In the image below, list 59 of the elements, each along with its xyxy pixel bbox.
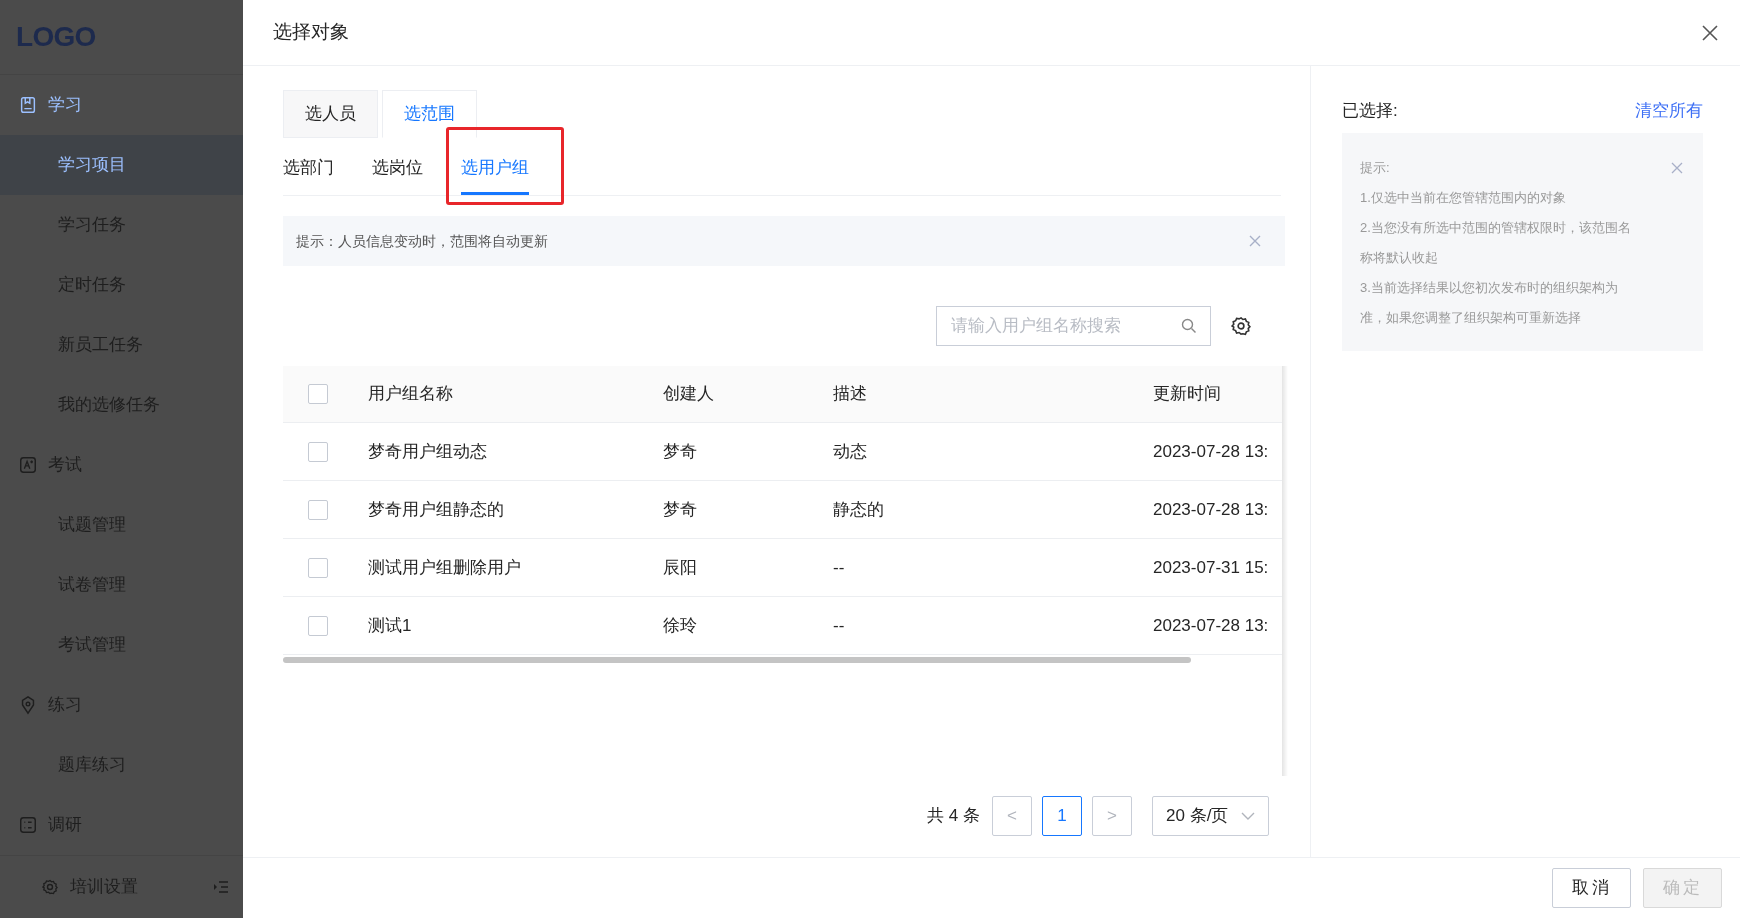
table-cell-text: 徐玲 — [663, 614, 697, 637]
tip-text: 称将默认收起 — [1360, 249, 1439, 267]
page-button[interactable]: 1 — [1042, 796, 1082, 836]
dialog-button[interactable]: 取消 — [1552, 868, 1631, 908]
prev-page-button[interactable]: < — [992, 796, 1032, 836]
table-cell-text: 2023-07-31 15: — [1153, 556, 1269, 579]
sidebar-group[interactable]: 学习 — [0, 75, 243, 135]
search-field[interactable]: 请输入用户组名称搜索 — [936, 306, 1211, 346]
table-cell-text: 梦奇用户组动态 — [368, 440, 487, 463]
tip-text: 准，如果您调整了组织架构可重新选择 — [1360, 309, 1582, 327]
table-cell-text: 辰阳 — [663, 556, 697, 579]
scrollbar[interactable] — [283, 657, 1191, 663]
clear-all-link[interactable]: 清空所有 — [1635, 98, 1703, 124]
chevron-down-icon — [1241, 812, 1255, 820]
table-cell-text: 测试1 — [368, 614, 412, 637]
alert-text: 提示：人员信息变动时，范围将自动更新 — [296, 231, 548, 251]
settings-icon — [42, 879, 58, 895]
tab[interactable]: 选范围 — [382, 90, 477, 138]
document-icon — [18, 455, 38, 475]
table-cell-text: 梦奇用户组静态的 — [368, 498, 504, 521]
table-cell-text: 梦奇 — [663, 440, 697, 463]
table-cell-text: 动态 — [833, 440, 867, 463]
tip-text: 3.当前选择结果以您初次发布时的组织架构为 — [1360, 279, 1619, 297]
table-cell-text: -- — [833, 556, 845, 579]
table-cell-text: 2023-07-28 13: — [1153, 498, 1269, 521]
subtab[interactable]: 选岗位 — [372, 138, 423, 195]
table-cell-text: 2023-07-28 13: — [1153, 440, 1269, 463]
table-cell-text: 测试用户组删除用户 — [368, 556, 521, 579]
column-header: 用户组名称 — [368, 383, 453, 406]
column-header: 描述 — [833, 383, 867, 406]
total-count: 共 4 条 — [927, 805, 980, 828]
table-cell-text: -- — [833, 614, 845, 637]
column-header: 更新时间 — [1153, 383, 1221, 406]
tip-title: 提示: — [1360, 159, 1390, 178]
page-size-select[interactable]: 20 条/页 — [1152, 796, 1269, 836]
checkbox[interactable] — [308, 615, 328, 636]
checkbox[interactable] — [308, 441, 328, 462]
tab[interactable]: 选人员 — [283, 90, 378, 138]
table-cell-text: 2023-07-28 13: — [1153, 614, 1269, 637]
tip-text: 1.仅选中当前在您管辖范围内的对象 — [1360, 189, 1567, 207]
collapse-menu-icon[interactable] — [213, 880, 229, 894]
table-cell-text: 梦奇 — [663, 498, 697, 521]
close-icon[interactable] — [1702, 24, 1718, 41]
book-icon — [18, 95, 38, 115]
sidebar-item[interactable]: 学习项目 — [0, 135, 243, 195]
list-icon — [18, 815, 38, 835]
panel-title: 已选择: — [1342, 100, 1398, 123]
next-page-button[interactable]: > — [1092, 796, 1132, 836]
tip-text: 2.当您没有所选中范围的管辖权限时，该范围名 — [1360, 219, 1632, 237]
settings-icon[interactable] — [1231, 316, 1251, 336]
search-icon[interactable] — [1181, 318, 1197, 334]
checkbox[interactable] — [308, 384, 328, 404]
subtab[interactable]: 选部门 — [283, 138, 334, 195]
checkbox[interactable] — [308, 557, 328, 578]
subtab[interactable]: 选用户组 — [461, 138, 529, 195]
checkbox[interactable] — [308, 499, 328, 520]
table-cell-text: 静态的 — [833, 498, 884, 521]
dialog-title: 选择对象 — [273, 20, 349, 45]
column-header: 创建人 — [663, 383, 714, 406]
